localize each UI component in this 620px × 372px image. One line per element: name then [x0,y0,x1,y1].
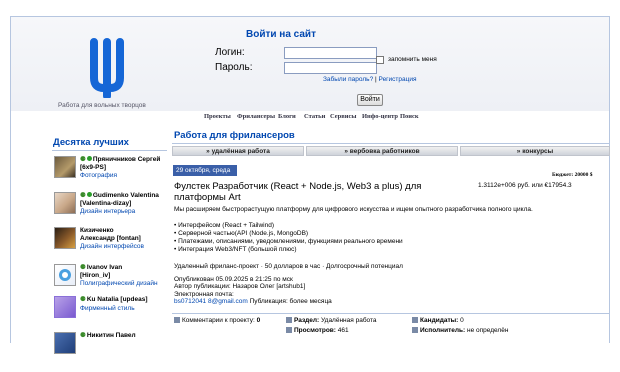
avatar[interactable] [54,296,76,318]
remember-label: запомнить меня [388,56,437,63]
remember-checkbox[interactable] [376,56,384,64]
user-specialty: Полиграфический дизайн [80,280,158,287]
views-info: Просмотров: 461 [286,327,349,334]
email-note: Публикация: более месяца [249,298,332,306]
top-user-item[interactable]: ⚈Ku Natalia [updeas] Фирменный стиль [54,296,169,336]
site-tagline: Работа для вольных творцов [58,102,146,109]
budget-label: Бюджет: 20000 $ [552,172,593,178]
section-value: Удалённая работа [321,317,377,324]
user-specialty: Фирменный стиль [80,305,135,312]
section-divider [172,143,610,144]
executor-icon [412,327,418,333]
user-specialty: Дизайн интерьера [80,208,136,215]
section-title: Работа для фрилансеров [174,130,295,141]
user-name[interactable]: ⚈Никитин Павел [80,332,136,340]
top-user-item[interactable]: ⚈ Gudimenko Valentina [Valentina-dizay] Ди… [54,192,169,232]
section-label: Раздел: [294,317,320,324]
top-user-item[interactable]: Кизиченко Александр [fontan] Дизайн интер… [54,227,169,267]
avatar[interactable] [54,332,76,354]
password-label: Пароль: [215,62,253,73]
comments-info[interactable]: Комментарии к проекту: 0 [174,317,260,324]
user-name[interactable]: ⚈ Gudimenko Valentina [Valentina-dizay] [80,192,159,208]
views-label: Просмотров: [294,327,336,334]
tab-remote-work[interactable]: » удалённая работа [172,146,304,156]
comments-label: Комментарии к проекту: [182,317,255,324]
job-description: Мы расширяем быстрорастущую платформу дл… [174,206,534,271]
description-line: Мы расширяем быстрорастущую платформу дл… [174,206,533,213]
nav-freelancers[interactable]: Фрилансеры [237,113,275,120]
avatar-graphic [59,269,71,281]
candidates-label: Кандидаты: [420,317,459,324]
user-name[interactable]: ⚈Ku Natalia [updeas] [80,296,148,304]
avatar[interactable] [54,192,76,214]
register-link[interactable]: Регистрация [379,76,417,83]
top-user-item[interactable]: ⚈Никитин Павел [54,332,169,372]
section-icon [286,317,292,323]
login-button[interactable]: Войти [357,94,383,106]
tab-recruiting[interactable]: » вербовка работников [306,146,458,156]
sidebar-divider [52,150,167,151]
top-user-item[interactable]: ⚈ Пряничников Сергей [6x9-PS] Фотография [54,156,169,196]
description-line: • Серверной частью(API (Node.js, MongoDB… [174,230,309,238]
top-ten-title: Десятка лучших [53,137,129,148]
avatar[interactable] [54,227,76,249]
executor-label: Исполнитель: [420,327,466,334]
login-links: Забыли пароль? | Регистрация [323,76,417,83]
budget-value: 1.3112e+006 руб. или €17954.3 [478,182,572,189]
candidates-icon [412,317,418,323]
description-line: • Интеграция Web3/NFT (большой плюс) [174,246,297,254]
login-title: Войти на сайт [246,29,316,40]
candidates-info: Кандидаты: 0 [412,317,464,324]
description-line: Удаленный фриланс-проект · 50 долларов в… [174,262,403,270]
views-icon [286,327,292,333]
forgot-password-link[interactable]: Забыли пароль? [323,76,373,83]
executor-info: Исполнитель: не определён [412,327,508,334]
description-line [174,214,534,222]
login-input[interactable] [284,47,377,59]
main-nav: Проекты Фрилансеры Блоги Статьи Сервисы … [174,112,610,121]
user-name[interactable]: Кизиченко Александр [fontan] [80,227,141,243]
job-title[interactable]: Фулстек Разработчик (React + Node.js, We… [174,181,444,203]
email-link[interactable]: bs0712041 8@gmail.com [174,298,248,305]
nav-projects[interactable]: Проекты [204,113,231,120]
description-line [174,255,534,263]
nav-info-center[interactable]: Инфо-центр [362,113,398,120]
links-separator: | [375,76,377,83]
user-name[interactable]: ⚈Ivanov Ivan [Hiron_iv] [80,264,122,280]
comment-icon [174,317,180,323]
nav-services[interactable]: Сервисы [330,113,357,120]
user-specialty: Фотография [80,172,118,179]
section-info: Раздел: Удалённая работа [286,317,377,324]
login-label: Логин: [215,47,245,58]
comments-value: 0 [256,317,261,324]
user-specialty: Дизайн интерфейсов [80,243,144,250]
nav-articles[interactable]: Статьи [304,113,325,120]
nav-search[interactable]: Поиск [400,113,419,120]
user-name[interactable]: ⚈ Пряничников Сергей [6x9-PS] [80,156,160,172]
nav-blogs[interactable]: Блоги [278,113,296,120]
job-date: 29 октября, среда [173,165,237,176]
email-label: Электронная почта: [174,290,234,298]
job-meta: Опубликован 05.09.2025 в 21:25 по мск Ав… [174,276,332,306]
candidates-value: 0 [460,317,464,324]
views-value: 461 [337,327,349,334]
avatar[interactable] [54,156,76,178]
tab-contests[interactable]: » конкурсы [460,146,610,156]
password-input[interactable] [284,62,377,74]
author: Автор публикации: Назаров Олег [artshub1… [174,283,306,291]
site-logo[interactable] [80,34,134,98]
avatar[interactable] [54,264,76,286]
executor-value: не определён [466,327,509,334]
